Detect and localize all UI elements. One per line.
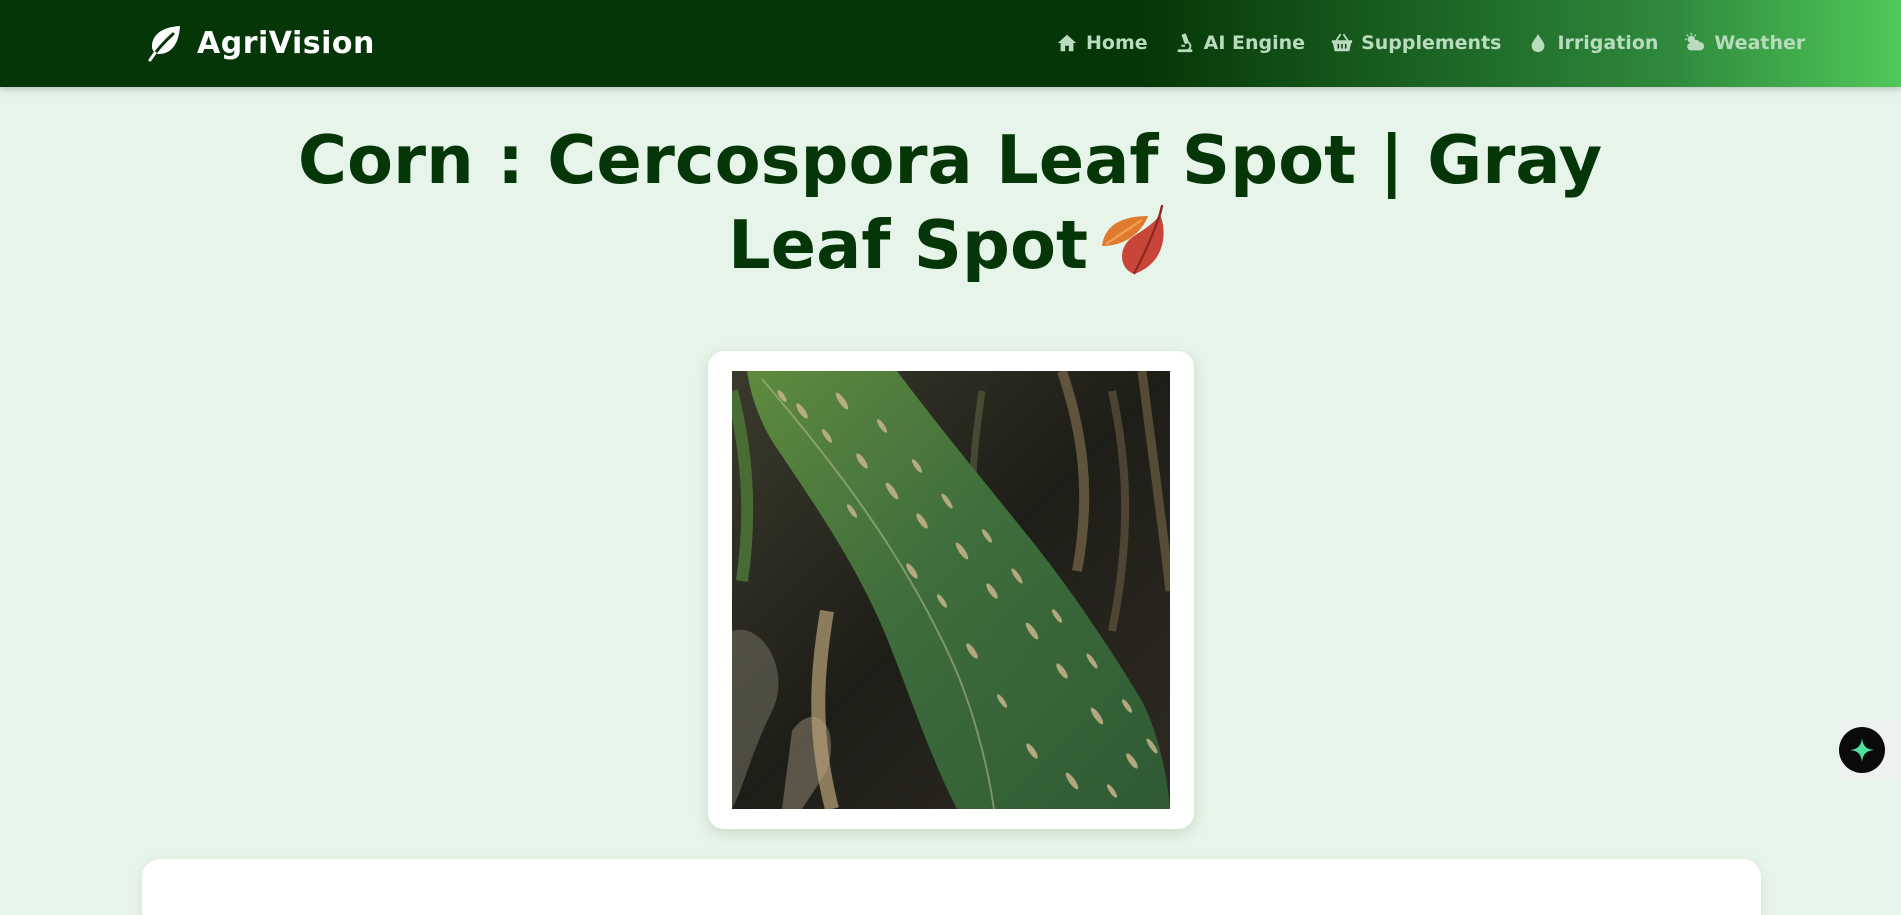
fallen-leaves-icon bbox=[1098, 202, 1172, 276]
nav-item-home[interactable]: Home bbox=[1056, 32, 1148, 54]
nav-label-supplements: Supplements bbox=[1361, 32, 1502, 54]
nav-item-supplements[interactable]: Supplements bbox=[1331, 32, 1501, 54]
leaf-icon bbox=[147, 24, 183, 62]
nav-label-irrigation: Irrigation bbox=[1557, 32, 1659, 54]
nav-label-weather: Weather bbox=[1714, 32, 1806, 54]
brand-logo[interactable]: AgriVision bbox=[147, 20, 375, 66]
droplet-icon bbox=[1527, 32, 1549, 54]
leaf-photo bbox=[732, 371, 1170, 809]
page-title: Corn : Cercospora Leaf Spot | Gray Leaf … bbox=[250, 118, 1650, 287]
brand-name: AgriVision bbox=[197, 25, 375, 61]
assistant-button[interactable] bbox=[1839, 727, 1885, 773]
cloud-sun-icon bbox=[1684, 32, 1706, 54]
nav-item-ai-engine[interactable]: AI Engine bbox=[1174, 32, 1305, 54]
basket-icon bbox=[1331, 32, 1353, 54]
disease-image-card bbox=[708, 351, 1194, 829]
microscope-icon bbox=[1174, 32, 1196, 54]
home-icon bbox=[1056, 32, 1078, 54]
page-title-text: Corn : Cercospora Leaf Spot | Gray Leaf … bbox=[297, 121, 1603, 284]
nav-links: Home AI Engine Supplements Irrigation We… bbox=[1056, 28, 1805, 58]
sparkle-icon bbox=[1849, 737, 1875, 763]
details-card bbox=[142, 859, 1761, 915]
nav-item-weather[interactable]: Weather bbox=[1684, 32, 1805, 54]
nav-item-irrigation[interactable]: Irrigation bbox=[1527, 32, 1658, 54]
navbar: AgriVision Home AI Engine Supplements Ir… bbox=[0, 0, 1901, 87]
nav-label-ai-engine: AI Engine bbox=[1203, 32, 1306, 54]
nav-label-home: Home bbox=[1086, 32, 1148, 54]
